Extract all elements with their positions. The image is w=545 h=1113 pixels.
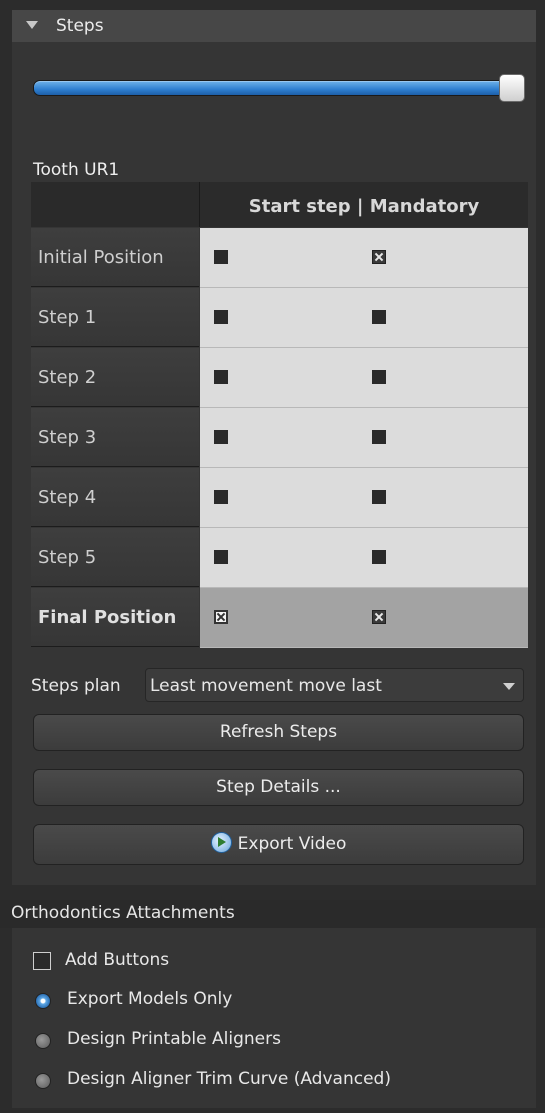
row-cells bbox=[200, 588, 528, 648]
radio-label: Export Models Only bbox=[67, 989, 233, 1009]
table-column-header: Start step | Mandatory bbox=[200, 182, 528, 227]
tooth-label: Tooth UR1 bbox=[33, 160, 120, 180]
steps-section-header[interactable]: Steps bbox=[12, 10, 536, 43]
steps-plan-label: Steps plan bbox=[31, 676, 121, 696]
mandatory-checkbox[interactable] bbox=[372, 310, 386, 324]
mandatory-checkbox[interactable] bbox=[372, 370, 386, 384]
step-slider-handle[interactable] bbox=[499, 74, 525, 102]
row-header: Step 4 bbox=[31, 468, 199, 527]
table-row: Step 4 bbox=[31, 468, 528, 528]
row-cells bbox=[200, 288, 528, 348]
steps-section-title: Steps bbox=[56, 16, 104, 36]
refresh-steps-button[interactable]: Refresh Steps bbox=[33, 714, 524, 751]
mandatory-checkbox[interactable] bbox=[372, 610, 386, 624]
start-step-checkbox[interactable] bbox=[214, 310, 228, 324]
steps-plan-dropdown[interactable]: Least movement move last bbox=[145, 668, 524, 702]
row-header: Initial Position bbox=[31, 228, 199, 287]
row-cells bbox=[200, 228, 528, 288]
chevron-down-icon bbox=[503, 683, 515, 690]
start-step-checkbox[interactable] bbox=[214, 610, 228, 624]
row-header: Step 1 bbox=[31, 288, 199, 347]
row-cells bbox=[200, 468, 528, 528]
radio-selected-icon[interactable] bbox=[35, 993, 51, 1009]
collapse-triangle-icon[interactable] bbox=[26, 21, 38, 29]
table-corner bbox=[31, 182, 200, 227]
table-row: Step 5 bbox=[31, 528, 528, 588]
step-details-label: Step Details ... bbox=[216, 777, 341, 797]
radio-icon[interactable] bbox=[35, 1033, 51, 1049]
step-details-button[interactable]: Step Details ... bbox=[33, 769, 524, 806]
row-cells bbox=[200, 528, 528, 588]
row-header: Step 3 bbox=[31, 408, 199, 467]
export-video-button[interactable]: Export Video bbox=[33, 824, 524, 865]
checkbox-box[interactable] bbox=[33, 952, 51, 970]
row-header: Step 2 bbox=[31, 348, 199, 407]
attachments-section-title: Orthodontics Attachments bbox=[11, 903, 235, 923]
start-step-checkbox[interactable] bbox=[214, 550, 228, 564]
table-row: Step 2 bbox=[31, 348, 528, 408]
mandatory-checkbox[interactable] bbox=[372, 550, 386, 564]
attachments-section-header[interactable]: Orthodontics Attachments bbox=[0, 900, 545, 928]
row-header: Final Position bbox=[31, 588, 199, 647]
start-step-checkbox[interactable] bbox=[214, 250, 228, 264]
step-slider-track[interactable] bbox=[33, 80, 512, 96]
table-row: Initial Position bbox=[31, 228, 528, 288]
radio-label: Design Aligner Trim Curve (Advanced) bbox=[67, 1069, 391, 1089]
table-row: Final Position bbox=[31, 588, 528, 648]
start-step-checkbox[interactable] bbox=[214, 490, 228, 504]
mandatory-checkbox[interactable] bbox=[372, 490, 386, 504]
export-video-label: Export Video bbox=[237, 834, 347, 854]
start-step-checkbox[interactable] bbox=[214, 370, 228, 384]
mandatory-checkbox[interactable] bbox=[372, 430, 386, 444]
table-row: Step 3 bbox=[31, 408, 528, 468]
radio-icon[interactable] bbox=[35, 1073, 51, 1089]
steps-tool-panel: Steps Tooth UR1 Start step | Mandatory I… bbox=[0, 0, 545, 1113]
row-cells bbox=[200, 408, 528, 468]
refresh-steps-label: Refresh Steps bbox=[219, 722, 338, 742]
row-header: Step 5 bbox=[31, 528, 199, 587]
add-buttons-label: Add Buttons bbox=[65, 950, 170, 970]
mandatory-checkbox[interactable] bbox=[372, 250, 386, 264]
steps-plan-value: Least movement move last bbox=[150, 676, 382, 696]
table-row: Step 1 bbox=[31, 288, 528, 348]
row-cells bbox=[200, 348, 528, 408]
radio-label: Design Printable Aligners bbox=[67, 1029, 281, 1049]
play-video-icon bbox=[210, 832, 232, 853]
start-step-checkbox[interactable] bbox=[214, 430, 228, 444]
